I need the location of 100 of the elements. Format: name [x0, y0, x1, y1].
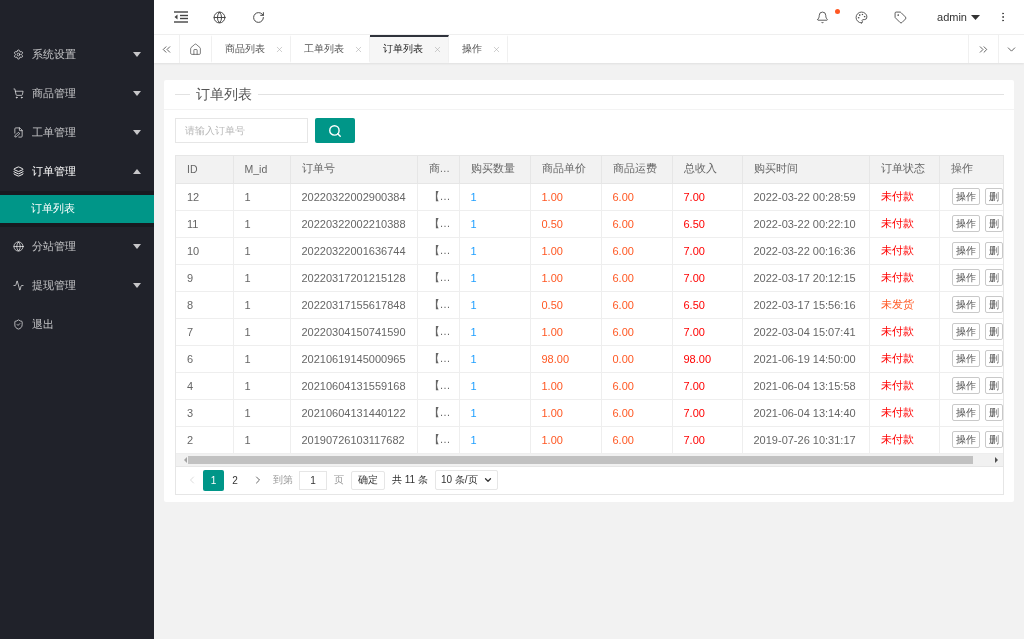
- purchase-time-cell: 2021-06-04 13:15:58: [742, 372, 869, 399]
- member-id-cell: 1: [233, 183, 290, 210]
- product-cell: 【…: [417, 399, 459, 426]
- order-number-cell: 20190726103117682: [290, 426, 417, 453]
- delete-button[interactable]: 删: [984, 269, 1003, 286]
- page-number[interactable]: 2: [224, 469, 246, 491]
- cart-icon: [13, 88, 24, 99]
- operate-button[interactable]: 操作: [951, 188, 980, 205]
- chevron-down-icon: [482, 475, 493, 485]
- shipping-cell: 6.00: [601, 399, 672, 426]
- delete-button[interactable]: 删: [984, 323, 1003, 340]
- layers-icon: [13, 166, 24, 177]
- page-tab[interactable]: 工单列表: [291, 35, 370, 63]
- operate-button[interactable]: 操作: [951, 431, 980, 448]
- unit-price-cell: 0.50: [530, 291, 601, 318]
- page-tab[interactable]: 商品列表: [212, 35, 291, 63]
- unit-price-cell: 1.00: [530, 426, 601, 453]
- operate-button[interactable]: 操作: [951, 377, 980, 394]
- operate-button[interactable]: 操作: [951, 296, 980, 313]
- status-cell: 未付款: [869, 183, 939, 210]
- delete-button[interactable]: 删: [984, 188, 1003, 205]
- menu-item[interactable]: 订单管理: [0, 152, 154, 191]
- page-input[interactable]: 1: [299, 470, 327, 490]
- tab-menu-button[interactable]: [998, 35, 1024, 63]
- shipping-cell: 6.00: [601, 291, 672, 318]
- close-icon[interactable]: [492, 44, 501, 54]
- scroll-left-button[interactable]: [154, 35, 180, 63]
- menu-item[interactable]: 分站管理: [0, 227, 154, 266]
- menu-item[interactable]: 系统设置: [0, 35, 154, 74]
- unit-price-cell: 1.00: [530, 318, 601, 345]
- tag-icon: [894, 10, 908, 24]
- delete-button[interactable]: 删: [984, 431, 1003, 448]
- member-id-cell: 1: [233, 291, 290, 318]
- close-icon[interactable]: [354, 44, 363, 54]
- menu-item[interactable]: 提现管理: [0, 266, 154, 305]
- total-cell: 7.00: [672, 399, 742, 426]
- globe-icon: [13, 241, 24, 252]
- total-cell: 7.00: [672, 372, 742, 399]
- gear-icon: [13, 49, 24, 60]
- close-icon[interactable]: [275, 44, 284, 54]
- delete-button[interactable]: 删: [984, 377, 1003, 394]
- shipping-cell: 6.00: [601, 372, 672, 399]
- palette-icon: [855, 10, 869, 24]
- member-id-cell: 1: [233, 399, 290, 426]
- id-cell: 11: [176, 210, 233, 237]
- search-button[interactable]: [315, 118, 355, 143]
- close-icon[interactable]: [433, 44, 442, 54]
- confirm-button[interactable]: 确定: [351, 470, 385, 490]
- operate-button[interactable]: 操作: [951, 242, 980, 259]
- total-cell: 7.00: [672, 183, 742, 210]
- delete-button[interactable]: 删: [984, 404, 1003, 421]
- product-cell: 【…: [417, 183, 459, 210]
- purchase-time-cell: 2019-07-26 10:31:17: [742, 426, 869, 453]
- operate-button[interactable]: 操作: [951, 323, 980, 340]
- page-number[interactable]: 1: [203, 469, 224, 491]
- member-id-cell: 1: [233, 264, 290, 291]
- submenu-item[interactable]: 订单列表: [0, 195, 154, 223]
- operate-button[interactable]: 操作: [951, 350, 980, 367]
- user-menu[interactable]: admin: [920, 0, 990, 34]
- home-icon: [189, 42, 202, 56]
- product-cell: 【…: [417, 318, 459, 345]
- scroll-right-button[interactable]: [968, 35, 998, 63]
- id-cell: 8: [176, 291, 233, 318]
- unit-price-cell: 1.00: [530, 183, 601, 210]
- order-number-cell: 20220304150741590: [290, 318, 417, 345]
- order-number-cell: 20220322002210388: [290, 210, 417, 237]
- home-tab[interactable]: [180, 35, 212, 63]
- menu-item[interactable]: 工单管理: [0, 113, 154, 152]
- status-cell: 未发货: [869, 291, 939, 318]
- menu-item[interactable]: 退出: [0, 305, 154, 344]
- order-number-cell: 20220317155617848: [290, 291, 417, 318]
- id-cell: 10: [176, 237, 233, 264]
- member-id-cell: 1: [233, 426, 290, 453]
- unit-price-cell: 1.00: [530, 372, 601, 399]
- status-cell: 未付款: [869, 345, 939, 372]
- member-id-cell: 1: [233, 210, 290, 237]
- quantity-cell: 1: [459, 291, 530, 318]
- shipping-cell: 6.00: [601, 318, 672, 345]
- status-cell: 未付款: [869, 237, 939, 264]
- status-cell: 未付款: [869, 264, 939, 291]
- operate-button[interactable]: 操作: [951, 215, 980, 232]
- product-cell: 【…: [417, 237, 459, 264]
- page-tab[interactable]: 操作: [449, 35, 508, 63]
- quantity-cell: 1: [459, 237, 530, 264]
- id-cell: 12: [176, 183, 233, 210]
- shipping-cell: 6.00: [601, 210, 672, 237]
- delete-button[interactable]: 删: [984, 350, 1003, 367]
- operate-button[interactable]: 操作: [951, 404, 980, 421]
- member-id-cell: 1: [233, 372, 290, 399]
- operate-button[interactable]: 操作: [951, 269, 980, 286]
- purchase-time-cell: 2022-03-04 15:07:41: [742, 318, 869, 345]
- page-tab[interactable]: 订单列表: [370, 35, 449, 63]
- product-cell: 【…: [417, 372, 459, 399]
- shield-check-icon: [13, 319, 24, 330]
- menu-item[interactable]: 商品管理: [0, 74, 154, 113]
- page-size-select[interactable]: 10 条/页: [434, 470, 498, 490]
- delete-button[interactable]: 删: [984, 296, 1003, 313]
- delete-button[interactable]: 删: [984, 242, 1003, 259]
- quantity-cell: 1: [459, 345, 530, 372]
- delete-button[interactable]: 删: [984, 215, 1003, 232]
